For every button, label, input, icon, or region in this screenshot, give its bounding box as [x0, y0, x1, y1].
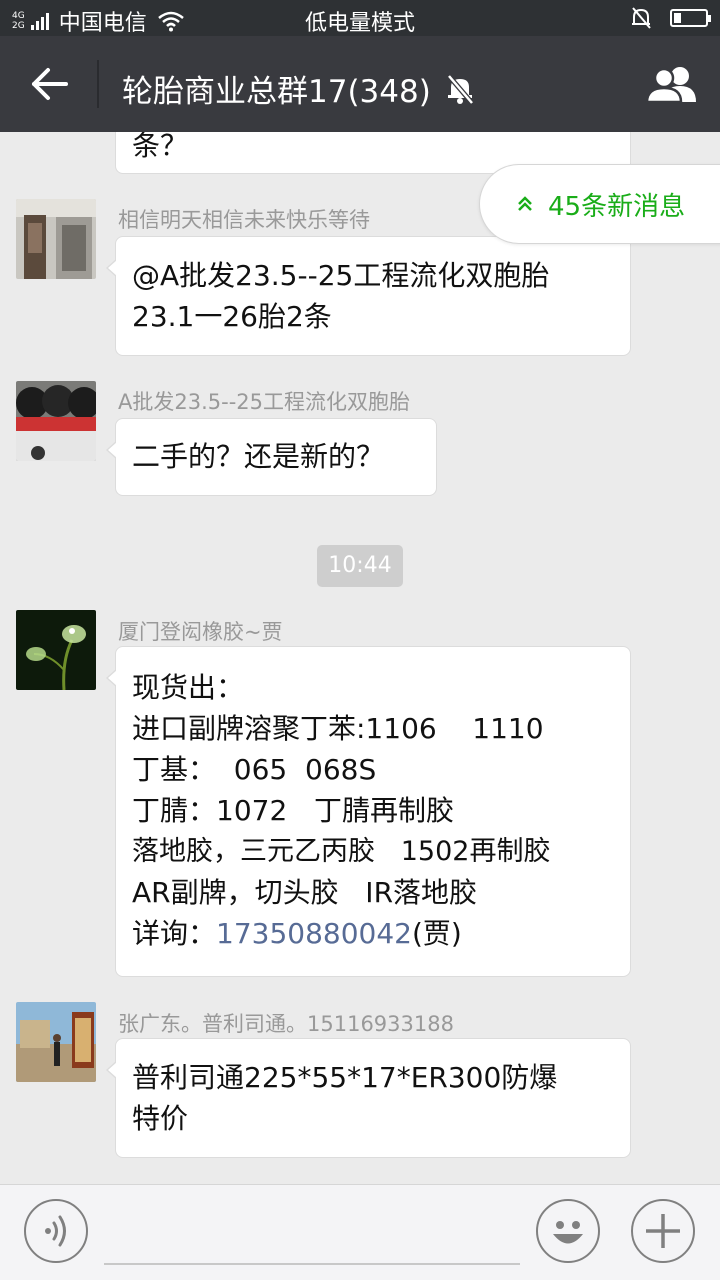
message-line: 23.1一26胎2条	[132, 300, 332, 333]
silent-bell-icon	[632, 7, 651, 29]
avatar-image	[16, 610, 96, 690]
sender-name: 相信明天相信未来快乐等待	[118, 208, 370, 232]
chat-area[interactable]: 条？ 相信明天相信未来快乐等待 @A批发23.5--25工程流化双胞胎 23.1…	[0, 132, 720, 1184]
message-line: 特价	[132, 1102, 189, 1135]
group-members-icon[interactable]	[644, 64, 700, 104]
title-bar: 轮胎商业总群17(348)	[0, 36, 720, 132]
double-chevron-up-icon	[518, 196, 532, 211]
plus-icon	[646, 1214, 680, 1248]
power-mode-label: 低电量模式	[304, 11, 415, 36]
group-name: 轮胎商业总群17(348)	[122, 74, 431, 110]
new-messages-label: 45条新消息	[548, 191, 686, 222]
message-bubble[interactable]: 现货出： 进口副牌溶聚丁苯:1106 1110 丁基： 065 068S 丁腈：…	[106, 646, 631, 977]
smiley-icon	[553, 1221, 583, 1244]
emoji-button[interactable]	[536, 1199, 600, 1263]
contact-suffix: (贾)	[411, 917, 462, 950]
voice-icon	[45, 1215, 66, 1247]
more-options-button[interactable]	[631, 1199, 695, 1263]
message-line: 现货出：	[132, 671, 245, 704]
time-separator: 10:44	[317, 545, 403, 587]
message-line: 普利司通225*55*17*ER300防爆	[132, 1061, 558, 1094]
message-line: 丁基： 065 068S	[132, 753, 377, 786]
avatar[interactable]	[16, 199, 96, 279]
message-line: 进口副牌溶聚丁苯:1106 1110	[132, 712, 544, 745]
status-right	[630, 6, 711, 30]
sender-name: 厦门登闳橡胶~贾	[118, 620, 283, 644]
sender-name: A批发23.5--25工程流化双胞胎	[118, 390, 410, 414]
message-line: 二手的？还是新的？	[132, 440, 385, 473]
message-line: 条？	[132, 132, 189, 162]
message-bubble[interactable]: @A批发23.5--25工程流化双胞胎 23.1一26胎2条	[106, 236, 631, 356]
message-line: @A批发23.5--25工程流化双胞胎	[132, 259, 550, 292]
message-line: AR副牌，切头胶 IR落地胶	[132, 876, 478, 909]
mute-icon	[446, 73, 474, 105]
avatar-image	[16, 1002, 96, 1082]
message-bubble[interactable]: 普利司通225*55*17*ER300防爆 特价	[106, 1038, 631, 1158]
message-bubble[interactable]: 二手的？还是新的？	[106, 418, 437, 496]
battery-level	[674, 13, 681, 23]
contact-prefix: 详询：	[132, 917, 217, 950]
input-bar	[0, 1184, 720, 1280]
message-line: 丁腈：1072 丁腈再制胶	[132, 794, 454, 827]
phone-link[interactable]: 17350880042	[216, 917, 412, 950]
avatar[interactable]	[16, 1002, 96, 1082]
title-divider	[97, 60, 99, 108]
back-arrow-icon[interactable]	[26, 62, 72, 106]
new-messages-button[interactable]: 45条新消息	[479, 164, 720, 244]
avatar[interactable]	[16, 610, 96, 690]
message-input[interactable]	[104, 1263, 520, 1265]
chat-title: 轮胎商业总群17(348)	[122, 66, 477, 111]
avatar[interactable]	[16, 381, 96, 461]
message-line-contact: 详询：17350880042(贾)	[132, 913, 614, 954]
avatar-image	[16, 381, 96, 461]
voice-input-button[interactable]	[24, 1199, 88, 1263]
battery-icon	[670, 9, 711, 27]
status-bar: 4G 2G 中国电信 低电量模式	[0, 0, 720, 36]
avatar-image	[16, 199, 96, 279]
message-line: 落地胶，三元乙丙胶 1502再制胶	[132, 836, 551, 867]
sender-name: 张广东。普利司通。15116933188	[118, 1012, 454, 1036]
